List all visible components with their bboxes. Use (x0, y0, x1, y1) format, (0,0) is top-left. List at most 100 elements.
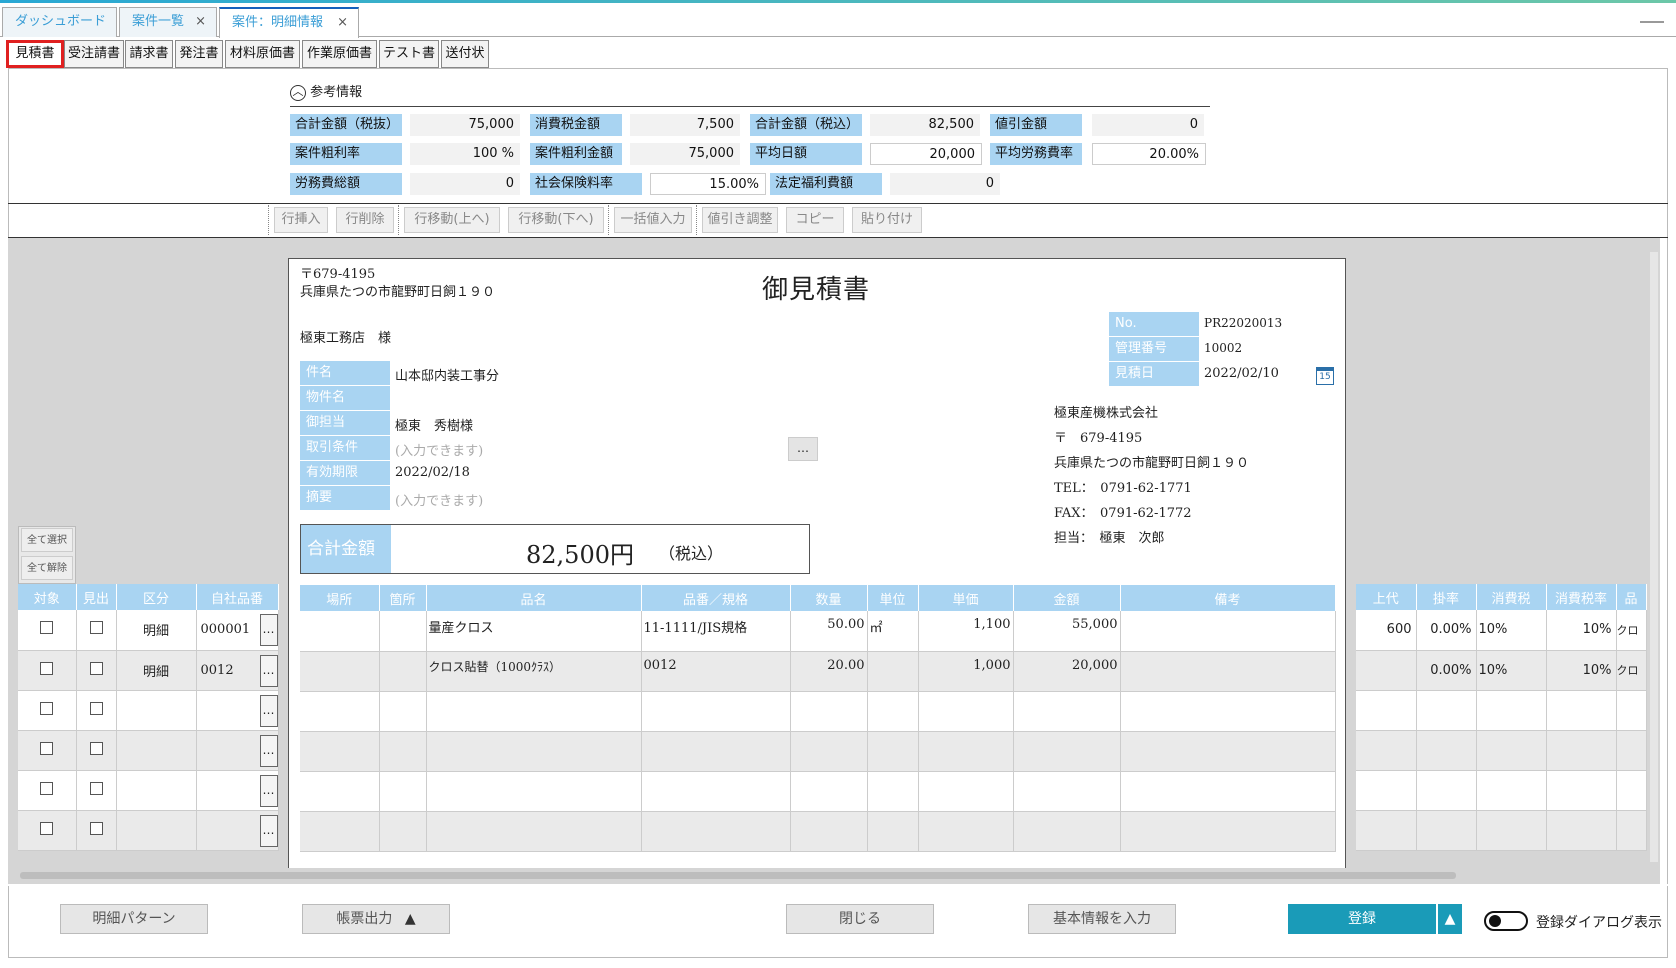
cell[interactable]: クロス貼替（1000ｸﾗｽ） (426, 651, 642, 692)
register-button[interactable]: 登録 (1288, 904, 1436, 934)
heading-checkbox[interactable] (89, 701, 103, 715)
target-checkbox[interactable] (40, 781, 54, 795)
deselect-all-button[interactable]: 全て解除 (21, 556, 73, 580)
detail-pattern-button[interactable]: 明細パターン (60, 904, 208, 934)
target-checkbox[interactable] (40, 701, 54, 715)
lookup-button[interactable]: … (259, 814, 278, 847)
tab-project-list[interactable]: 案件一覧 × (119, 7, 217, 37)
cell[interactable]: 10% (1476, 610, 1547, 651)
customer-name[interactable]: 極東工務店 様 (300, 327, 391, 346)
cell[interactable] (300, 651, 380, 692)
paste-button[interactable]: 貼り付け (852, 207, 922, 233)
cell[interactable]: 10% (1546, 650, 1617, 691)
cell[interactable]: 11-1111/JIS規格 (641, 611, 791, 652)
avg-labor-rate-input[interactable]: 20.00% (1092, 143, 1206, 165)
select-all-button[interactable]: 全て選択 (21, 528, 73, 552)
move-row-down-button[interactable]: 行移動(下へ) (508, 207, 604, 233)
move-row-up-button[interactable]: 行移動(上へ) (404, 207, 500, 233)
doc-tab-work-cost[interactable]: 作業原価書 (302, 40, 377, 68)
category-cell[interactable] (116, 810, 197, 851)
minimize-icon[interactable] (1640, 9, 1664, 23)
cell[interactable] (379, 651, 427, 692)
heading-checkbox[interactable] (89, 621, 103, 635)
doc-tab-purchase-order[interactable]: 発注書 (175, 40, 223, 68)
person-in-charge-field[interactable]: 極東 秀樹様 (395, 415, 473, 434)
close-icon[interactable]: × (195, 8, 206, 36)
item-code-cell[interactable]: … (196, 770, 279, 811)
subject-field[interactable]: 山本邸内装工事分 (395, 365, 499, 384)
lookup-button[interactable]: … (259, 654, 278, 687)
doc-tab-estimate[interactable]: 見積書 (6, 40, 64, 68)
dialog-toggle[interactable] (1484, 911, 1528, 931)
cell[interactable]: 20,000 (1013, 651, 1121, 692)
target-checkbox[interactable] (40, 741, 54, 755)
delete-row-button[interactable]: 行削除 (336, 207, 394, 233)
more-options-button[interactable]: … (788, 437, 818, 461)
cell[interactable]: 0012 (641, 651, 791, 692)
summary-field[interactable]: (入力できます) (395, 490, 483, 509)
doc-tab-test[interactable]: テスト書 (379, 40, 439, 68)
horizontal-scrollbar[interactable] (20, 872, 1456, 879)
cell[interactable]: 0.00% (1416, 650, 1477, 691)
cell[interactable]: クロ (1616, 610, 1647, 651)
item-code-cell[interactable]: … (196, 690, 279, 731)
category-cell[interactable] (116, 770, 197, 811)
print-output-button[interactable]: 帳票出力 ▲ (302, 904, 450, 934)
cell[interactable] (379, 611, 427, 652)
cell[interactable] (1120, 611, 1336, 652)
avg-daily-input[interactable]: 20,000 (870, 143, 982, 165)
target-checkbox[interactable] (40, 661, 54, 675)
estimate-date-field[interactable]: 2022/02/10 (1204, 366, 1279, 381)
lookup-button[interactable]: … (259, 694, 278, 727)
category-cell[interactable] (116, 690, 197, 731)
cell[interactable]: 20.00 (790, 651, 868, 692)
heading-checkbox[interactable] (89, 781, 103, 795)
cell[interactable]: 10% (1476, 650, 1547, 691)
bulk-input-button[interactable]: 一括値入力 (614, 207, 692, 233)
category-cell[interactable]: 明細 (116, 610, 197, 651)
vertical-scrollbar[interactable] (1650, 252, 1658, 862)
cell[interactable] (1356, 650, 1417, 691)
lookup-button[interactable]: … (259, 734, 278, 767)
insert-row-button[interactable]: 行挿入 (274, 207, 328, 233)
doc-tab-order-confirm[interactable]: 受注請書 (64, 40, 124, 68)
cell[interactable]: 50.00 (790, 611, 868, 652)
cell[interactable]: ㎡ (867, 611, 919, 652)
cell[interactable] (867, 651, 919, 692)
cell[interactable]: 量産クロス (426, 611, 642, 652)
doc-tab-cover-letter[interactable]: 送付状 (441, 40, 489, 68)
basic-info-button[interactable]: 基本情報を入力 (1028, 904, 1176, 934)
item-code-cell[interactable]: 0012… (196, 650, 279, 691)
heading-checkbox[interactable] (89, 661, 103, 675)
register-menu-icon[interactable]: ▲ (1438, 904, 1462, 934)
item-code-cell[interactable]: … (196, 810, 279, 851)
social-insurance-input[interactable]: 15.00% (650, 173, 766, 195)
chevron-up-icon[interactable]: ︿ (290, 84, 306, 101)
cell[interactable]: クロ (1616, 650, 1647, 691)
tab-dashboard[interactable]: ダッシュボード (2, 7, 117, 37)
cell[interactable]: 1,100 (918, 611, 1014, 652)
doc-tab-invoice[interactable]: 請求書 (125, 40, 173, 68)
tab-project-detail[interactable]: 案件：明細情報 × (219, 7, 359, 38)
cell[interactable]: 600 (1356, 610, 1417, 651)
category-cell[interactable] (116, 730, 197, 771)
terms-field[interactable]: (入力できます) (395, 440, 483, 459)
discount-adjust-button[interactable]: 値引き調整 (702, 207, 778, 233)
close-icon[interactable]: × (337, 9, 348, 37)
copy-button[interactable]: コピー (786, 207, 844, 233)
doc-tab-material-cost[interactable]: 材料原価書 (225, 40, 300, 68)
item-code-cell[interactable]: … (196, 730, 279, 771)
heading-checkbox[interactable] (89, 741, 103, 755)
cell[interactable]: 55,000 (1013, 611, 1121, 652)
item-code-cell[interactable]: 000001… (196, 610, 279, 651)
cell[interactable]: 1,000 (918, 651, 1014, 692)
cell[interactable]: 0.00% (1416, 610, 1477, 651)
cell[interactable] (300, 611, 380, 652)
heading-checkbox[interactable] (89, 821, 103, 835)
expiry-field[interactable]: 2022/02/18 (395, 465, 470, 480)
reference-info-header[interactable]: ︿ 参考情報 (290, 81, 362, 101)
cell[interactable]: 10% (1546, 610, 1617, 651)
lookup-button[interactable]: … (259, 774, 278, 807)
close-button[interactable]: 閉じる (786, 904, 934, 934)
lookup-button[interactable]: … (259, 614, 278, 646)
